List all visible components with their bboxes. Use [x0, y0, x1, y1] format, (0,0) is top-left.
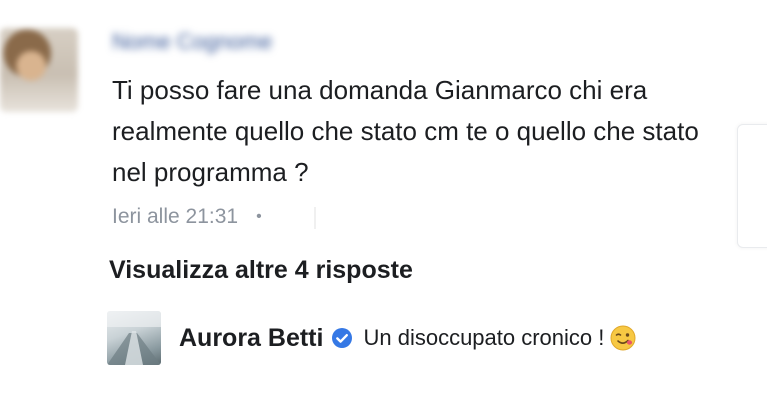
- wink-emoji-icon: [610, 325, 636, 351]
- reply-author-name[interactable]: Aurora Betti: [179, 324, 323, 353]
- reply-text: Un disoccupato cronico !: [363, 325, 605, 350]
- view-more-replies-link[interactable]: Visualizza altre 4 risposte: [109, 256, 413, 285]
- commenter-avatar[interactable]: [0, 28, 78, 112]
- reply-author-avatar[interactable]: [107, 311, 161, 365]
- divider: [314, 207, 316, 229]
- comment-text: Ti posso fare una domanda Gianmarco chi …: [112, 75, 699, 187]
- comment-meta: Ieri alle 21:31 •: [112, 199, 262, 235]
- reply-item: Aurora Betti Un disoccupato cronico !: [107, 311, 636, 365]
- comment-timestamp[interactable]: Ieri alle 21:31: [112, 205, 238, 229]
- meta-separator: •: [256, 208, 262, 225]
- commenter-name-blurred[interactable]: Nome Cognome: [112, 28, 272, 56]
- verified-badge-icon: [331, 327, 353, 349]
- side-card-edge: [737, 124, 767, 248]
